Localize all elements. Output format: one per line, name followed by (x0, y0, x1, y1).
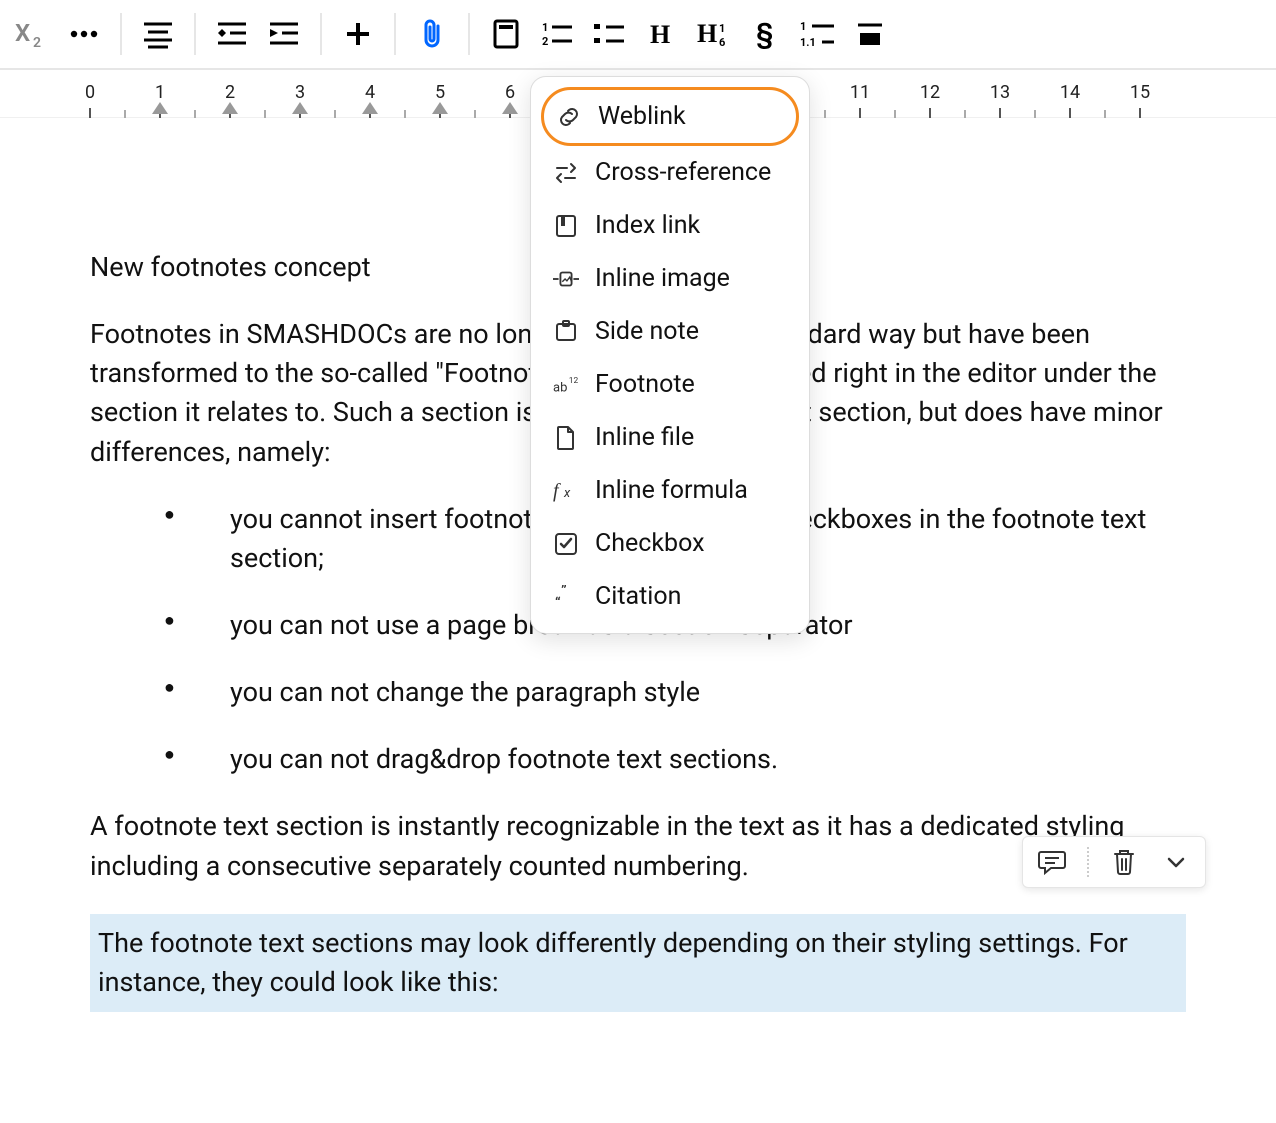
ruler-number: 0 (85, 82, 95, 103)
menu-item-citation[interactable]: ”“ Citation (541, 570, 799, 623)
svg-text:12: 12 (569, 376, 579, 386)
svg-text:X: X (15, 19, 30, 47)
insert-dropdown-menu: Weblink Cross-reference Index link Inlin… (530, 76, 810, 634)
svg-text:1.1: 1.1 (800, 36, 816, 49)
menu-item-inline-formula[interactable]: fx Inline formula (541, 464, 799, 517)
ruler-number: 14 (1060, 82, 1080, 103)
index-icon (553, 213, 579, 239)
toolbar: X 2 (0, 0, 1276, 70)
ruler-number: 5 (435, 82, 445, 103)
menu-item-checkbox[interactable]: Checkbox (541, 517, 799, 570)
note-icon (553, 319, 579, 345)
menu-item-weblink[interactable]: Weblink (541, 87, 799, 146)
menu-item-inline-file[interactable]: Inline file (541, 411, 799, 464)
svg-text:2: 2 (33, 35, 41, 51)
expand-button[interactable] (1159, 845, 1193, 879)
svg-text:§: § (756, 17, 774, 50)
separator (1087, 847, 1089, 877)
section-action-bar (1022, 836, 1206, 888)
svg-text:f: f (553, 480, 561, 502)
image-icon (553, 266, 579, 292)
menu-item-cross-reference[interactable]: Cross-reference (541, 146, 799, 199)
menu-item-label: Citation (595, 582, 681, 611)
svg-text:ab: ab (553, 380, 567, 395)
menu-item-label: Inline image (595, 264, 730, 293)
highlighted-paragraph[interactable]: The footnote text sections may look diff… (90, 914, 1186, 1012)
svg-text:1: 1 (719, 22, 725, 35)
link-icon (556, 104, 582, 130)
menu-item-label: Side note (595, 317, 699, 346)
ruler-number: 1 (155, 82, 165, 103)
ruler-number: 2 (225, 82, 235, 103)
numbered-list-button[interactable]: 1 2 (532, 8, 584, 60)
svg-text:1: 1 (800, 20, 806, 33)
svg-text:H: H (650, 20, 670, 49)
svg-text:“: “ (555, 595, 561, 609)
svg-text:6: 6 (719, 36, 725, 49)
delete-button[interactable] (1107, 845, 1141, 879)
ruler-number: 3 (295, 82, 305, 103)
toolbar-separator (468, 13, 470, 55)
menu-item-inline-image[interactable]: Inline image (541, 252, 799, 305)
menu-item-side-note[interactable]: Side note (541, 305, 799, 358)
menu-item-label: Footnote (595, 370, 695, 399)
formula-icon: fx (553, 478, 579, 504)
menu-item-index-link[interactable]: Index link (541, 199, 799, 252)
page-button[interactable] (480, 8, 532, 60)
heading-levels-button[interactable]: H16 (688, 8, 740, 60)
bullet-list-button[interactable] (584, 8, 636, 60)
toolbar-separator (120, 13, 122, 55)
menu-item-label: Checkbox (595, 529, 705, 558)
svg-text:1: 1 (542, 21, 548, 34)
menu-item-label: Index link (595, 211, 700, 240)
ruler-number: 4 (365, 82, 375, 103)
comment-button[interactable] (1035, 845, 1069, 879)
ruler-number: 13 (990, 82, 1010, 103)
menu-item-label: Inline formula (595, 476, 748, 505)
toolbar-separator (394, 13, 396, 55)
menu-item-label: Weblink (598, 102, 686, 131)
cross-reference-icon (553, 160, 579, 186)
insert-button[interactable] (332, 8, 384, 60)
attachment-button[interactable] (406, 8, 458, 60)
ruler-number: 15 (1130, 82, 1150, 103)
format-block-button[interactable] (844, 8, 896, 60)
toolbar-separator (320, 13, 322, 55)
ruler-number: 6 (505, 82, 515, 103)
footnote-icon: ab12 (553, 372, 579, 398)
svg-text:”: ” (561, 585, 567, 599)
svg-text:H: H (697, 19, 717, 48)
list-item[interactable]: you can not drag&drop footnote text sect… (90, 740, 1186, 779)
menu-item-footnote[interactable]: ab12 Footnote (541, 358, 799, 411)
list-item[interactable]: you can not change the paragraph style (90, 673, 1186, 712)
toolbar-separator (194, 13, 196, 55)
more-options-button[interactable] (58, 8, 110, 60)
heading-button[interactable]: H (636, 8, 688, 60)
menu-item-label: Cross-reference (595, 158, 771, 187)
ruler-number: 11 (850, 82, 870, 103)
indent-button[interactable] (258, 8, 310, 60)
ruler-number: 12 (920, 82, 940, 103)
multilevel-list-button[interactable]: 1 1.1 (792, 8, 844, 60)
section-button[interactable]: § (740, 8, 792, 60)
svg-text:x: x (563, 486, 571, 501)
align-button[interactable] (132, 8, 184, 60)
subscript-button[interactable]: X 2 (6, 8, 58, 60)
checkbox-icon (553, 531, 579, 557)
citation-icon: ”“ (553, 584, 579, 610)
menu-item-label: Inline file (595, 423, 694, 452)
file-icon (553, 425, 579, 451)
svg-text:2: 2 (542, 35, 548, 48)
outdent-button[interactable] (206, 8, 258, 60)
